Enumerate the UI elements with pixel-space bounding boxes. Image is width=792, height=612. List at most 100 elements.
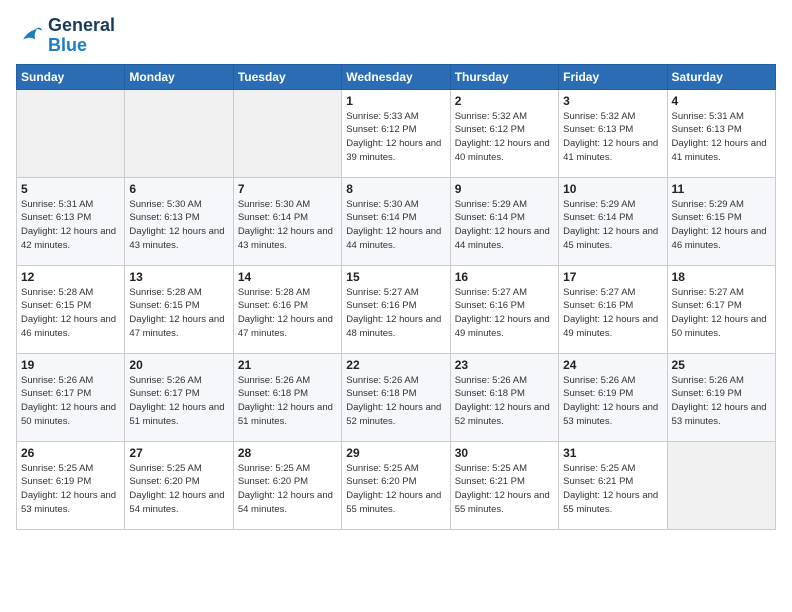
calendar-cell: 19 Sunrise: 5:26 AM Sunset: 6:17 PM Dayli…	[17, 353, 125, 441]
day-info: Sunrise: 5:28 AM Sunset: 6:15 PM Dayligh…	[129, 286, 228, 341]
weekday-header: Friday	[559, 64, 667, 89]
calendar-cell: 5 Sunrise: 5:31 AM Sunset: 6:13 PM Daylig…	[17, 177, 125, 265]
calendar-cell: 21Sunrise: 5:26 AM Sunset: 6:18 PM Dayli…	[233, 353, 341, 441]
calendar-body: 1 Sunrise: 5:33 AM Sunset: 6:12 PM Daylig…	[17, 89, 776, 529]
day-info: Sunrise: 5:27 AM Sunset: 6:16 PM Dayligh…	[455, 286, 554, 341]
day-info: Sunrise: 5:29 AM Sunset: 6:14 PM Dayligh…	[563, 198, 662, 253]
calendar-cell: 23 Sunrise: 5:26 AM Sunset: 6:18 PM Dayli…	[450, 353, 558, 441]
weekday-header: Wednesday	[342, 64, 450, 89]
day-info: Sunrise: 5:28 AM Sunset: 6:16 PM Dayligh…	[238, 286, 337, 341]
day-info: Sunrise: 5:25 AM Sunset: 6:21 PM Dayligh…	[455, 462, 554, 517]
weekday-header: Monday	[125, 64, 233, 89]
calendar-cell: 20 Sunrise: 5:26 AM Sunset: 6:17 PM Dayli…	[125, 353, 233, 441]
day-info: Sunrise: 5:25 AM Sunset: 6:20 PM Dayligh…	[129, 462, 228, 517]
logo: General Blue	[16, 16, 115, 56]
calendar-cell: 6 Sunrise: 5:30 AM Sunset: 6:13 PM Daylig…	[125, 177, 233, 265]
logo-text: General Blue	[48, 16, 115, 56]
calendar-cell	[233, 89, 341, 177]
day-number: 12	[21, 270, 120, 284]
day-number: 5	[21, 182, 120, 196]
calendar-cell: 9Sunrise: 5:29 AM Sunset: 6:14 PM Daylig…	[450, 177, 558, 265]
calendar-week-row: 1 Sunrise: 5:33 AM Sunset: 6:12 PM Daylig…	[17, 89, 776, 177]
day-info: Sunrise: 5:27 AM Sunset: 6:17 PM Dayligh…	[672, 286, 771, 341]
day-number: 7	[238, 182, 337, 196]
calendar-cell: 28 Sunrise: 5:25 AM Sunset: 6:20 PM Dayli…	[233, 441, 341, 529]
day-number: 15	[346, 270, 445, 284]
weekday-header: Saturday	[667, 64, 775, 89]
calendar-cell: 22 Sunrise: 5:26 AM Sunset: 6:18 PM Dayli…	[342, 353, 450, 441]
day-info: Sunrise: 5:32 AM Sunset: 6:13 PM Dayligh…	[563, 110, 662, 165]
day-info: Sunrise: 5:25 AM Sunset: 6:19 PM Dayligh…	[21, 462, 120, 517]
day-number: 18	[672, 270, 771, 284]
day-info: Sunrise: 5:27 AM Sunset: 6:16 PM Dayligh…	[346, 286, 445, 341]
day-info: Sunrise: 5:25 AM Sunset: 6:20 PM Dayligh…	[238, 462, 337, 517]
day-number: 13	[129, 270, 228, 284]
calendar-cell: 17 Sunrise: 5:27 AM Sunset: 6:16 PM Dayli…	[559, 265, 667, 353]
calendar-cell	[17, 89, 125, 177]
calendar-cell: 30Sunrise: 5:25 AM Sunset: 6:21 PM Dayli…	[450, 441, 558, 529]
day-info: Sunrise: 5:25 AM Sunset: 6:21 PM Dayligh…	[563, 462, 662, 517]
day-info: Sunrise: 5:26 AM Sunset: 6:18 PM Dayligh…	[455, 374, 554, 429]
day-number: 11	[672, 182, 771, 196]
calendar-cell: 12 Sunrise: 5:28 AM Sunset: 6:15 PM Dayli…	[17, 265, 125, 353]
day-number: 17	[563, 270, 662, 284]
calendar-cell: 29 Sunrise: 5:25 AM Sunset: 6:20 PM Dayli…	[342, 441, 450, 529]
day-info: Sunrise: 5:28 AM Sunset: 6:15 PM Dayligh…	[21, 286, 120, 341]
day-number: 23	[455, 358, 554, 372]
day-number: 9	[455, 182, 554, 196]
day-info: Sunrise: 5:26 AM Sunset: 6:17 PM Dayligh…	[21, 374, 120, 429]
day-info: Sunrise: 5:32 AM Sunset: 6:12 PM Dayligh…	[455, 110, 554, 165]
day-info: Sunrise: 5:30 AM Sunset: 6:13 PM Dayligh…	[129, 198, 228, 253]
day-number: 14	[238, 270, 337, 284]
day-info: Sunrise: 5:31 AM Sunset: 6:13 PM Dayligh…	[21, 198, 120, 253]
day-number: 28	[238, 446, 337, 460]
day-info: Sunrise: 5:27 AM Sunset: 6:16 PM Dayligh…	[563, 286, 662, 341]
day-number: 24	[563, 358, 662, 372]
day-info: Sunrise: 5:33 AM Sunset: 6:12 PM Dayligh…	[346, 110, 445, 165]
day-number: 3	[563, 94, 662, 108]
weekday-header: Tuesday	[233, 64, 341, 89]
calendar-cell	[667, 441, 775, 529]
day-number: 31	[563, 446, 662, 460]
day-info: Sunrise: 5:25 AM Sunset: 6:20 PM Dayligh…	[346, 462, 445, 517]
day-number: 20	[129, 358, 228, 372]
day-info: Sunrise: 5:26 AM Sunset: 6:17 PM Dayligh…	[129, 374, 228, 429]
calendar-cell: 18 Sunrise: 5:27 AM Sunset: 6:17 PM Dayli…	[667, 265, 775, 353]
calendar-cell	[125, 89, 233, 177]
day-number: 27	[129, 446, 228, 460]
calendar-cell: 31 Sunrise: 5:25 AM Sunset: 6:21 PM Dayli…	[559, 441, 667, 529]
day-number: 25	[672, 358, 771, 372]
calendar-cell: 25Sunrise: 5:26 AM Sunset: 6:19 PM Dayli…	[667, 353, 775, 441]
calendar-cell: 26 Sunrise: 5:25 AM Sunset: 6:19 PM Dayli…	[17, 441, 125, 529]
calendar-cell: 2 Sunrise: 5:32 AM Sunset: 6:12 PM Daylig…	[450, 89, 558, 177]
day-number: 26	[21, 446, 120, 460]
calendar-table: SundayMondayTuesdayWednesdayThursdayFrid…	[16, 64, 776, 530]
day-number: 22	[346, 358, 445, 372]
day-number: 8	[346, 182, 445, 196]
calendar-cell: 8Sunrise: 5:30 AM Sunset: 6:14 PM Daylig…	[342, 177, 450, 265]
calendar-cell: 16Sunrise: 5:27 AM Sunset: 6:16 PM Dayli…	[450, 265, 558, 353]
calendar-week-row: 5 Sunrise: 5:31 AM Sunset: 6:13 PM Daylig…	[17, 177, 776, 265]
day-number: 2	[455, 94, 554, 108]
day-number: 4	[672, 94, 771, 108]
calendar-cell: 1 Sunrise: 5:33 AM Sunset: 6:12 PM Daylig…	[342, 89, 450, 177]
page-header: General Blue	[16, 16, 776, 56]
day-number: 29	[346, 446, 445, 460]
calendar-cell: 24 Sunrise: 5:26 AM Sunset: 6:19 PM Dayli…	[559, 353, 667, 441]
day-info: Sunrise: 5:26 AM Sunset: 6:18 PM Dayligh…	[346, 374, 445, 429]
day-number: 6	[129, 182, 228, 196]
weekday-header: Thursday	[450, 64, 558, 89]
day-number: 19	[21, 358, 120, 372]
day-number: 1	[346, 94, 445, 108]
calendar-cell: 14 Sunrise: 5:28 AM Sunset: 6:16 PM Dayli…	[233, 265, 341, 353]
calendar-header-row: SundayMondayTuesdayWednesdayThursdayFrid…	[17, 64, 776, 89]
day-info: Sunrise: 5:31 AM Sunset: 6:13 PM Dayligh…	[672, 110, 771, 165]
day-number: 21	[238, 358, 337, 372]
calendar-cell: 4 Sunrise: 5:31 AM Sunset: 6:13 PM Daylig…	[667, 89, 775, 177]
day-number: 10	[563, 182, 662, 196]
calendar-week-row: 26 Sunrise: 5:25 AM Sunset: 6:19 PM Dayli…	[17, 441, 776, 529]
calendar-cell: 27 Sunrise: 5:25 AM Sunset: 6:20 PM Dayli…	[125, 441, 233, 529]
logo-icon	[16, 22, 44, 50]
day-info: Sunrise: 5:26 AM Sunset: 6:19 PM Dayligh…	[563, 374, 662, 429]
calendar-cell: 13 Sunrise: 5:28 AM Sunset: 6:15 PM Dayli…	[125, 265, 233, 353]
